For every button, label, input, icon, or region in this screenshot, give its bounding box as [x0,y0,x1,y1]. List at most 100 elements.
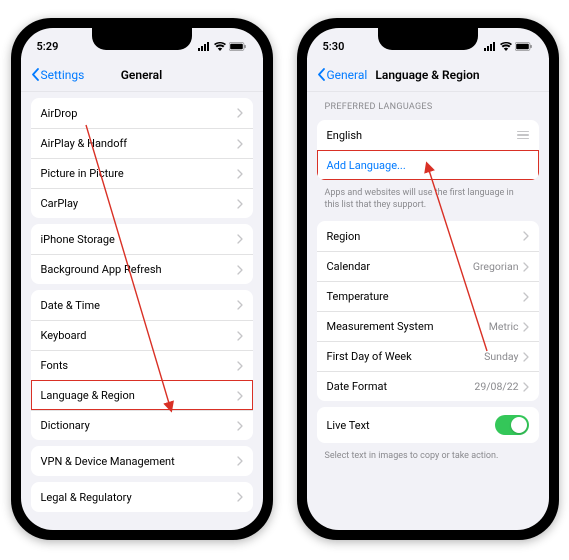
row-label: Background App Refresh [41,263,162,276]
chevron-right-icon [237,139,243,149]
chevron-right-icon [237,361,243,371]
row-live-text: Live Text [317,407,539,443]
chevron-right-icon [237,331,243,341]
row-keyboard[interactable]: Keyboard [31,320,253,350]
notch [92,28,192,50]
row-temperature[interactable]: Temperature [317,281,539,311]
back-button[interactable]: General [317,68,368,82]
status-time: 5:30 [323,40,345,53]
footer-preferred: Apps and websites will use the first lan… [307,186,549,215]
row-value: Metric [489,320,519,333]
row-label: Add Language... [327,159,406,172]
content-area: Preferred Languages English Add Language… [307,92,549,530]
row-date-format[interactable]: Date Format 29/08/22 [317,371,539,401]
row-label: Date Format [327,380,388,393]
content-area: AirDrop AirPlay & Handoff Picture in Pic… [21,92,263,530]
group-connectivity: AirDrop AirPlay & Handoff Picture in Pic… [31,98,253,218]
group-live-text: Live Text [317,407,539,443]
group-region-settings: Region Calendar Gregorian Temperature Mea… [317,221,539,401]
phone-left: 5:29 Settings General AirDrop AirPlay & … [11,18,273,540]
wifi-icon [214,42,226,51]
back-button[interactable]: Settings [31,68,85,82]
chevron-right-icon [237,492,243,502]
chevron-right-icon [237,391,243,401]
row-label: AirPlay & Handoff [41,137,128,150]
back-label: Settings [41,68,85,82]
row-value: 29/08/22 [474,380,518,393]
chevron-right-icon [237,300,243,310]
row-label: CarPlay [41,197,79,210]
back-label: General [327,68,368,82]
chevron-right-icon [523,322,529,332]
row-label: Live Text [327,419,370,432]
row-label: VPN & Device Management [41,455,175,468]
nav-header: General Language & Region [307,58,549,92]
row-label: Keyboard [41,329,87,342]
row-label: Language & Region [41,389,135,402]
row-label: iPhone Storage [41,233,115,246]
row-dictionary[interactable]: Dictionary [31,410,253,440]
chevron-right-icon [523,262,529,272]
chevron-left-icon [31,68,39,81]
row-label: AirDrop [41,107,78,120]
battery-icon [515,42,533,51]
live-text-toggle[interactable] [495,415,529,435]
row-airdrop[interactable]: AirDrop [31,98,253,128]
chevron-right-icon [237,234,243,244]
row-english[interactable]: English [317,120,539,150]
row-legal[interactable]: Legal & Regulatory [31,482,253,512]
chevron-right-icon [237,421,243,431]
row-pip[interactable]: Picture in Picture [31,158,253,188]
row-label: Fonts [41,359,69,372]
chevron-right-icon [237,169,243,179]
status-icons [484,42,533,51]
row-airplay[interactable]: AirPlay & Handoff [31,128,253,158]
chevron-right-icon [237,265,243,275]
row-calendar[interactable]: Calendar Gregorian [317,251,539,281]
chevron-right-icon [523,352,529,362]
row-label: Region [327,230,361,243]
row-language-region[interactable]: Language & Region [31,380,253,410]
chevron-right-icon [237,108,243,118]
group-vpn: VPN & Device Management [31,446,253,476]
row-label: English [327,129,363,142]
cellular-icon [198,42,211,51]
row-bg-refresh[interactable]: Background App Refresh [31,254,253,284]
footer-live-text: Select text in images to copy or take ac… [307,449,549,467]
row-storage[interactable]: iPhone Storage [31,224,253,254]
row-region[interactable]: Region [317,221,539,251]
row-datetime[interactable]: Date & Time [31,290,253,320]
chevron-right-icon [237,199,243,209]
row-label: Temperature [327,290,389,303]
row-label: Measurement System [327,320,434,333]
section-header-preferred: Preferred Languages [307,92,549,116]
row-label: Legal & Regulatory [41,491,132,504]
group-legal: Legal & Regulatory [31,482,253,512]
row-label: Picture in Picture [41,167,124,180]
drag-handle-icon[interactable] [517,131,529,140]
battery-icon [229,42,247,51]
status-icons [198,42,247,51]
row-add-language[interactable]: Add Language... [317,150,539,180]
chevron-right-icon [523,382,529,392]
row-first-day[interactable]: First Day of WeekSunday [317,341,539,371]
row-label: First Day of Week [327,350,412,363]
chevron-right-icon [237,456,243,466]
cellular-icon [484,42,497,51]
wifi-icon [500,42,512,51]
phone-right: 5:30 General Language & Region Preferred… [297,18,559,540]
notch [378,28,478,50]
row-carplay[interactable]: CarPlay [31,188,253,218]
chevron-left-icon [317,68,325,81]
row-value: Gregorian [473,260,519,273]
chevron-right-icon [523,231,529,241]
row-label: Dictionary [41,419,90,432]
nav-header: Settings General [21,58,263,92]
group-preferred-languages: English Add Language... [317,120,539,180]
row-label: Date & Time [41,299,100,312]
row-fonts[interactable]: Fonts [31,350,253,380]
status-time: 5:29 [37,40,59,53]
row-measurement[interactable]: Measurement System Metric [317,311,539,341]
row-label: Calendar [327,260,371,273]
row-vpn[interactable]: VPN & Device Management [31,446,253,476]
